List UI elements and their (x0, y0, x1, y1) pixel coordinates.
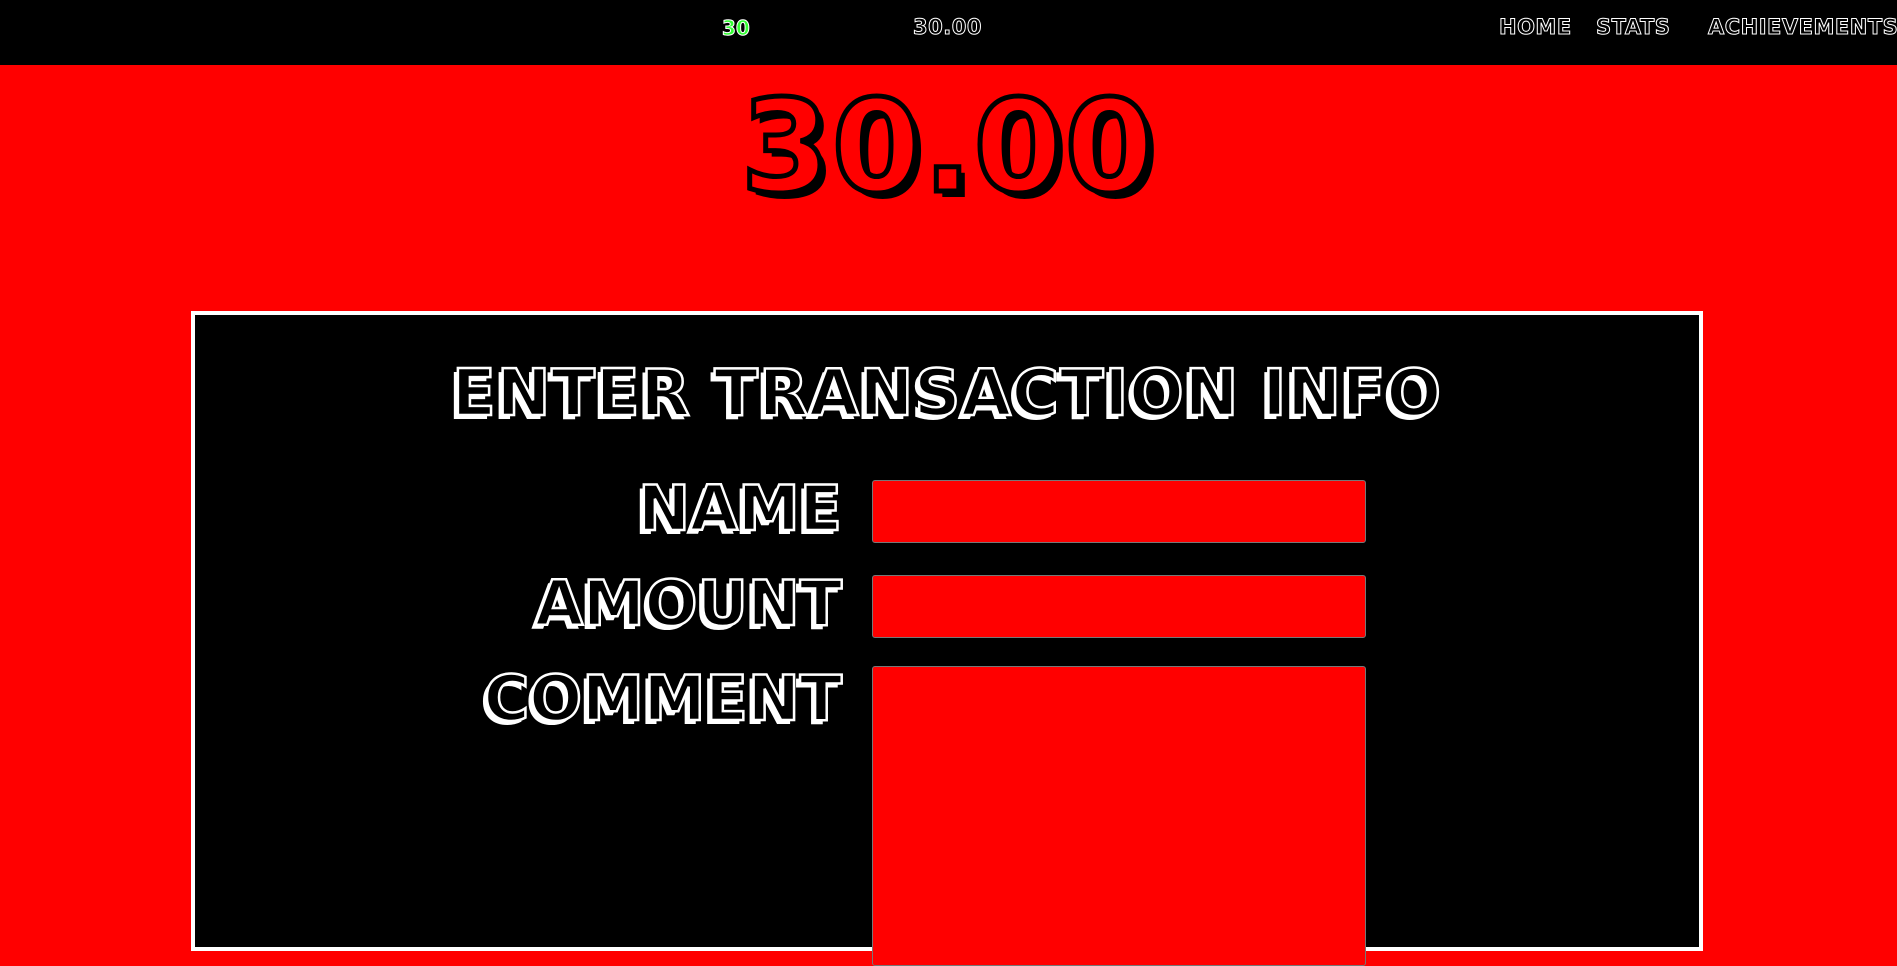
amount-label: AMOUNT (534, 566, 843, 642)
form-title: ENTER TRANSACTION INFO (451, 356, 1443, 433)
name-label: NAME (637, 471, 843, 547)
transaction-form-panel: ENTER TRANSACTION INFO NAME AMOUNT COMME… (191, 311, 1703, 966)
amount-input[interactable] (872, 575, 1366, 638)
comment-label: COMMENT (483, 661, 844, 737)
comment-textarea[interactable] (872, 666, 1366, 966)
name-input[interactable] (872, 480, 1366, 543)
nav-achievements-link[interactable]: ACHIEVEMENTS (1707, 15, 1897, 40)
header-balance: 30.00 (913, 15, 982, 40)
balance-display: 30.00 (739, 73, 1157, 222)
streak-counter: 30 (722, 16, 751, 41)
top-navbar: 30 30.00 HOME STATS ACHIEVEMENTS (0, 0, 1897, 65)
nav-home-link[interactable]: HOME (1499, 15, 1572, 40)
nav-stats-link[interactable]: STATS (1595, 15, 1670, 40)
